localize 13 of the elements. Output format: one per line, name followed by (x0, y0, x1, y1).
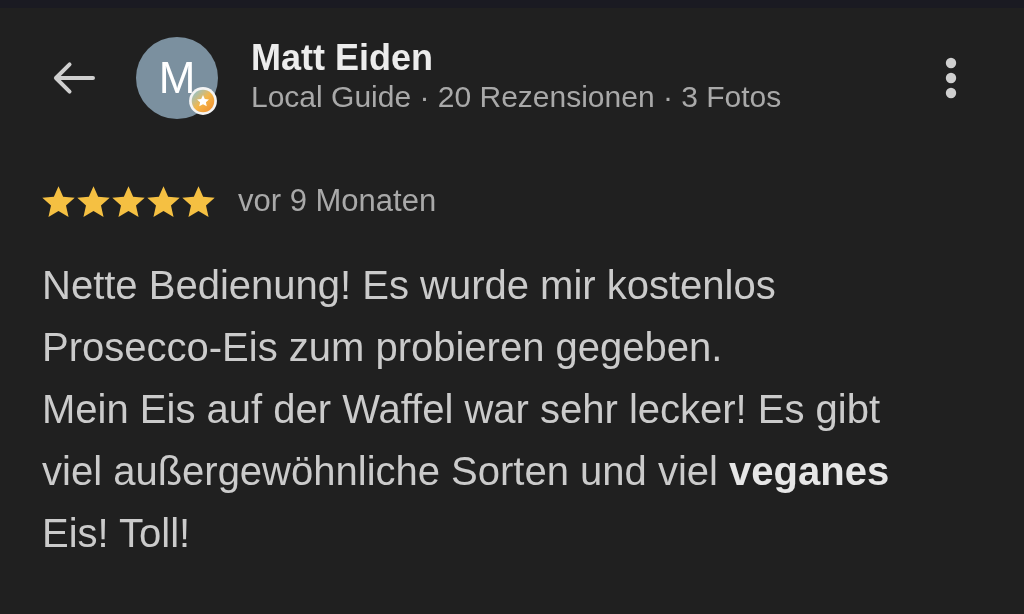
back-arrow-icon[interactable] (52, 61, 95, 95)
more-options-icon[interactable] (945, 57, 957, 99)
review-text: Mein Eis auf der Waffel war sehr lecker! Es gibt viel außergewöhnliche Sorten und viel veganes Eis! Toll! (42, 386, 891, 557)
star-icon (42, 185, 75, 217)
avatar-initial: M (158, 56, 196, 100)
star-icon (182, 185, 215, 217)
review-date: vor 9 Monaten (238, 183, 437, 219)
star-icon (112, 185, 145, 217)
star-icon (77, 185, 110, 217)
reviewer-stats: Local Guide · 20 Rezensionen · 3 Fotos (251, 79, 783, 115)
star-icon (147, 185, 180, 217)
review-text: Nette Bedienung! Es wurde mir kostenlos Prosecco-Eis zum probieren gegeben. (42, 262, 777, 371)
reviewer-name: Matt Eiden (251, 38, 434, 78)
